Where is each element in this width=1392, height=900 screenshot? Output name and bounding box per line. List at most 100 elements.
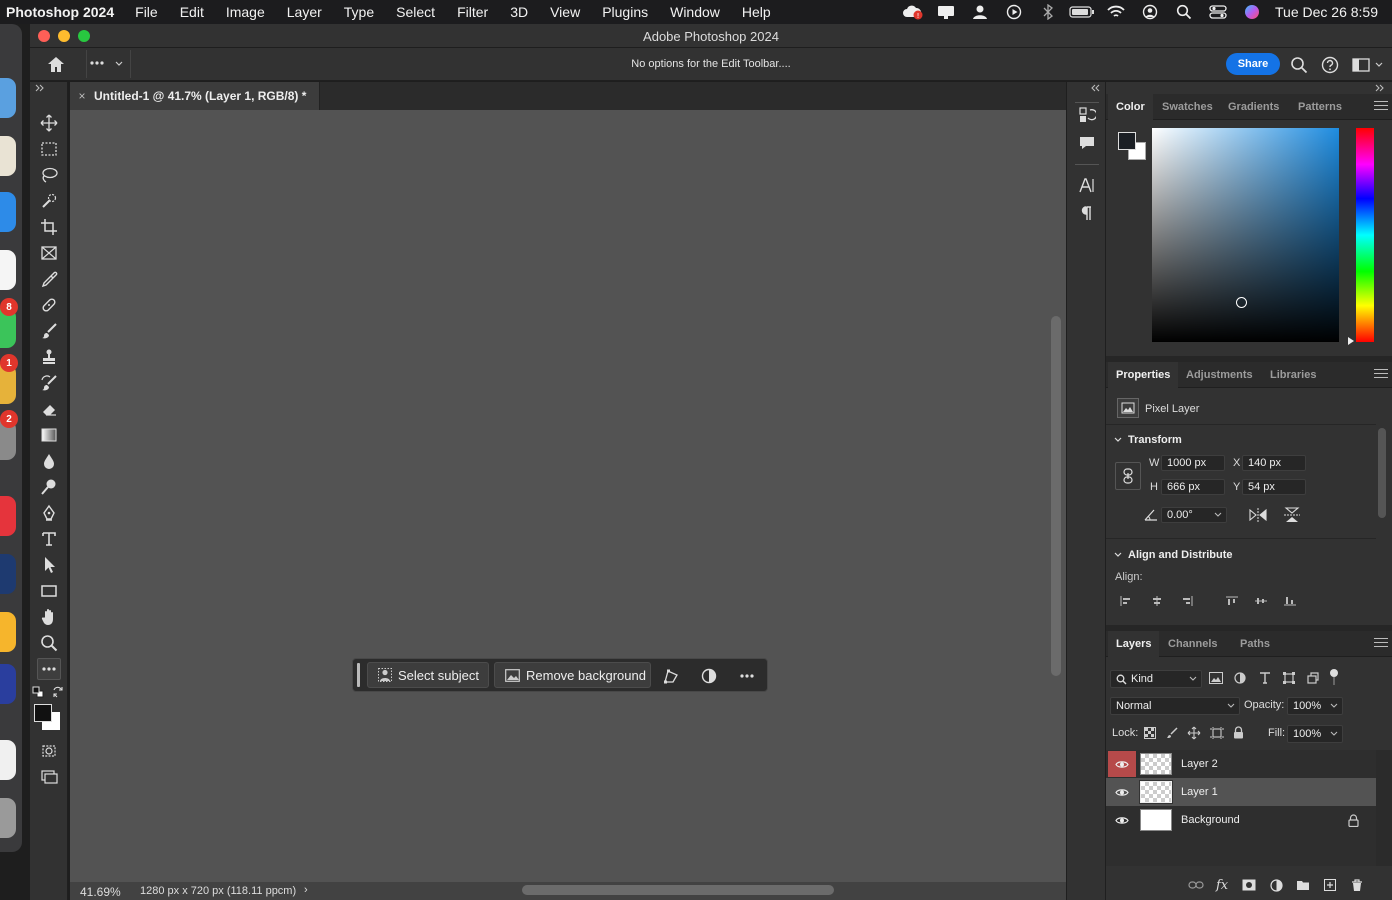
type-tool-icon[interactable] xyxy=(37,528,61,550)
add-mask-icon[interactable] xyxy=(1242,879,1256,891)
more-options-icon[interactable] xyxy=(739,668,755,684)
select-subject-button[interactable]: Select subject xyxy=(367,662,489,688)
frame-tool-icon[interactable] xyxy=(37,242,61,264)
link-dimensions-button[interactable] xyxy=(1115,462,1141,490)
siri-icon[interactable] xyxy=(1235,0,1269,24)
lasso-tool-icon[interactable] xyxy=(37,164,61,186)
brush-tool-icon[interactable] xyxy=(37,320,61,342)
paragraph-panel-icon[interactable] xyxy=(1076,202,1098,224)
transform-section-header[interactable]: Transform xyxy=(1114,434,1182,446)
new-layer-icon[interactable] xyxy=(1324,879,1336,891)
healing-brush-tool-icon[interactable] xyxy=(37,294,61,316)
status-menu-arrow[interactable]: › xyxy=(304,884,308,896)
angle-field[interactable]: 0.00° xyxy=(1161,507,1227,523)
dock-safari-icon[interactable] xyxy=(0,192,16,232)
collapse-right-icon[interactable] xyxy=(1374,84,1386,92)
collapse-tools-icon[interactable] xyxy=(34,84,64,94)
search-icon[interactable] xyxy=(1290,56,1308,74)
align-section-header[interactable]: Align and Distribute xyxy=(1114,549,1233,561)
tab-adjustments[interactable]: Adjustments xyxy=(1178,362,1261,388)
menu-image[interactable]: Image xyxy=(215,4,276,20)
move-tool-icon[interactable] xyxy=(37,112,61,134)
filter-shape-icon[interactable] xyxy=(1283,672,1295,684)
opacity-field[interactable]: 100% xyxy=(1287,697,1343,715)
align-middle-icon[interactable] xyxy=(1255,596,1267,606)
transform-icon[interactable] xyxy=(663,668,679,684)
collapse-panels-icon[interactable] xyxy=(1089,84,1101,92)
menu-select[interactable]: Select xyxy=(385,4,446,20)
filter-adjustment-icon[interactable] xyxy=(1234,672,1246,684)
tab-libraries[interactable]: Libraries xyxy=(1262,362,1324,388)
dock-app-icon[interactable] xyxy=(0,612,16,652)
align-right-icon[interactable] xyxy=(1181,596,1193,606)
menu-type[interactable]: Type xyxy=(333,4,385,20)
align-bottom-icon[interactable] xyxy=(1284,596,1296,606)
layers-panel-menu-icon[interactable] xyxy=(1374,638,1388,650)
hue-slider-handle[interactable] xyxy=(1347,337,1355,345)
close-document-icon[interactable]: × xyxy=(70,89,94,103)
lock-artboard-icon[interactable] xyxy=(1210,727,1224,739)
eyedropper-tool-icon[interactable] xyxy=(37,268,61,290)
blend-mode-select[interactable]: Normal xyxy=(1110,697,1240,715)
app-menu[interactable]: Photoshop 2024 xyxy=(6,4,114,20)
quick-mask-icon[interactable] xyxy=(37,740,61,762)
crop-tool-icon[interactable] xyxy=(37,216,61,238)
layer-row-selected[interactable]: Layer 1 xyxy=(1106,778,1376,806)
lock-position-icon[interactable] xyxy=(1187,726,1201,740)
link-layers-icon[interactable] xyxy=(1188,880,1204,890)
dock-app-icon[interactable] xyxy=(0,250,16,290)
color-panel-foreground-swatch[interactable] xyxy=(1118,132,1136,150)
color-panel-menu-icon[interactable] xyxy=(1374,101,1388,113)
history-panel-icon[interactable] xyxy=(1076,104,1098,126)
foreground-color-swatch[interactable] xyxy=(34,704,52,722)
fill-field[interactable]: 100% xyxy=(1287,725,1343,743)
tab-channels[interactable]: Channels xyxy=(1160,631,1226,657)
dock-finder-icon[interactable] xyxy=(0,78,16,118)
menu-window[interactable]: Window xyxy=(659,4,731,20)
filter-toggle-icon[interactable] xyxy=(1329,668,1339,686)
align-left-icon[interactable] xyxy=(1120,596,1132,606)
tab-paths[interactable]: Paths xyxy=(1232,631,1278,657)
new-adjustment-layer-icon[interactable] xyxy=(1270,879,1283,892)
help-icon[interactable] xyxy=(1321,56,1339,74)
dock-app-icon[interactable] xyxy=(0,496,16,536)
height-field[interactable]: 666 px xyxy=(1161,479,1225,495)
comments-panel-icon[interactable] xyxy=(1076,132,1098,154)
properties-panel-menu-icon[interactable] xyxy=(1374,369,1388,381)
blur-tool-icon[interactable] xyxy=(37,450,61,472)
character-panel-icon[interactable] xyxy=(1076,174,1098,196)
remove-background-button[interactable]: Remove background xyxy=(494,662,651,688)
play-icon[interactable] xyxy=(997,0,1031,24)
color-picker-cursor[interactable] xyxy=(1236,297,1247,308)
swap-colors-icon[interactable] xyxy=(52,686,64,698)
layer-row[interactable]: Background xyxy=(1106,806,1376,834)
dock-app-icon[interactable] xyxy=(0,664,16,704)
delete-layer-icon[interactable] xyxy=(1351,879,1363,892)
vertical-scroll-thumb[interactable] xyxy=(1051,316,1061,676)
width-field[interactable]: 1000 px xyxy=(1161,455,1225,471)
document-tab[interactable]: × Untitled-1 @ 41.7% (Layer 1, RGB/8) * xyxy=(70,82,320,110)
properties-scroll-thumb[interactable] xyxy=(1378,428,1386,518)
adjustment-icon[interactable] xyxy=(701,668,717,684)
new-group-icon[interactable] xyxy=(1296,879,1310,891)
menu-3d[interactable]: 3D xyxy=(499,4,539,20)
bluetooth-icon[interactable] xyxy=(1031,0,1065,24)
vertical-scrollbar[interactable] xyxy=(1048,110,1066,882)
menu-file[interactable]: File xyxy=(124,4,169,20)
y-position-field[interactable]: 54 px xyxy=(1242,479,1306,495)
rectangle-tool-icon[interactable] xyxy=(37,580,61,602)
layer-lock-icon[interactable] xyxy=(1348,814,1359,827)
tab-color[interactable]: Color xyxy=(1108,94,1153,120)
battery-icon[interactable] xyxy=(1065,0,1099,24)
canvas-area[interactable] xyxy=(70,110,1048,882)
tab-patterns[interactable]: Patterns xyxy=(1290,94,1350,120)
menu-view[interactable]: View xyxy=(539,4,591,20)
zoom-level[interactable]: 41.69% xyxy=(80,885,121,899)
menu-help[interactable]: Help xyxy=(731,4,782,20)
lock-all-icon[interactable] xyxy=(1233,726,1244,739)
edit-toolbar-more-icon[interactable] xyxy=(37,658,61,680)
color-field[interactable] xyxy=(1152,128,1339,342)
clone-stamp-tool-icon[interactable] xyxy=(37,346,61,368)
gradient-tool-icon[interactable] xyxy=(37,424,61,446)
display-icon[interactable] xyxy=(929,0,963,24)
